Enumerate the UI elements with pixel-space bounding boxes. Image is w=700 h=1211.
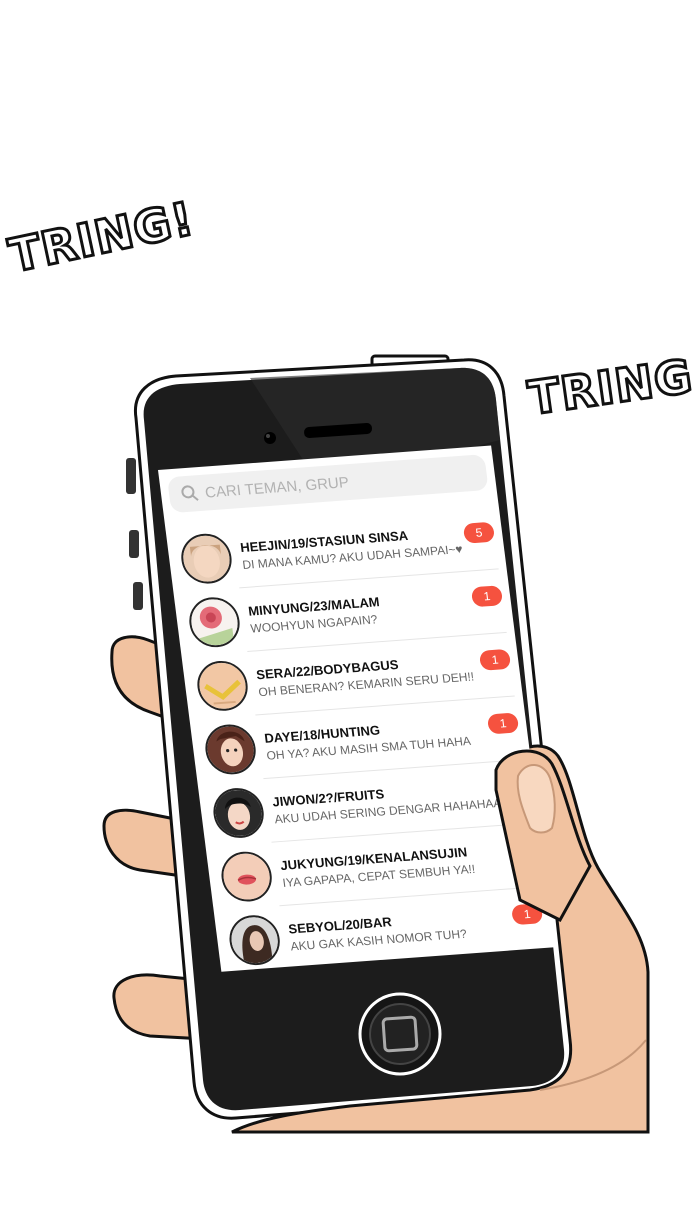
unread-badge: 1 xyxy=(510,903,544,926)
search-icon xyxy=(178,482,203,505)
avatar xyxy=(194,659,251,713)
chat-list: HEEJIN/19/STASIUN SINSA DI MANA KAMU? AK… xyxy=(166,505,555,972)
avatar xyxy=(226,913,283,967)
avatar xyxy=(186,595,243,649)
phone-screen: HEEJIN/19/STASIUN SINSA DI MANA KAMU? AK… xyxy=(158,445,555,972)
unread-badge: 1 xyxy=(486,712,520,735)
home-button-icon xyxy=(358,992,442,1076)
search-input[interactable] xyxy=(200,465,466,502)
avatar xyxy=(210,786,267,840)
avatar xyxy=(202,722,259,777)
avatar xyxy=(218,849,275,904)
comic-panel: TRING! TRING HEEJIN/19/STASIUN SINSA DI … xyxy=(0,0,700,1211)
unread-badge: 1 xyxy=(470,585,504,608)
avatar xyxy=(178,532,235,586)
unread-badge: 5 xyxy=(462,521,496,544)
unread-badge: 1 xyxy=(478,648,512,671)
